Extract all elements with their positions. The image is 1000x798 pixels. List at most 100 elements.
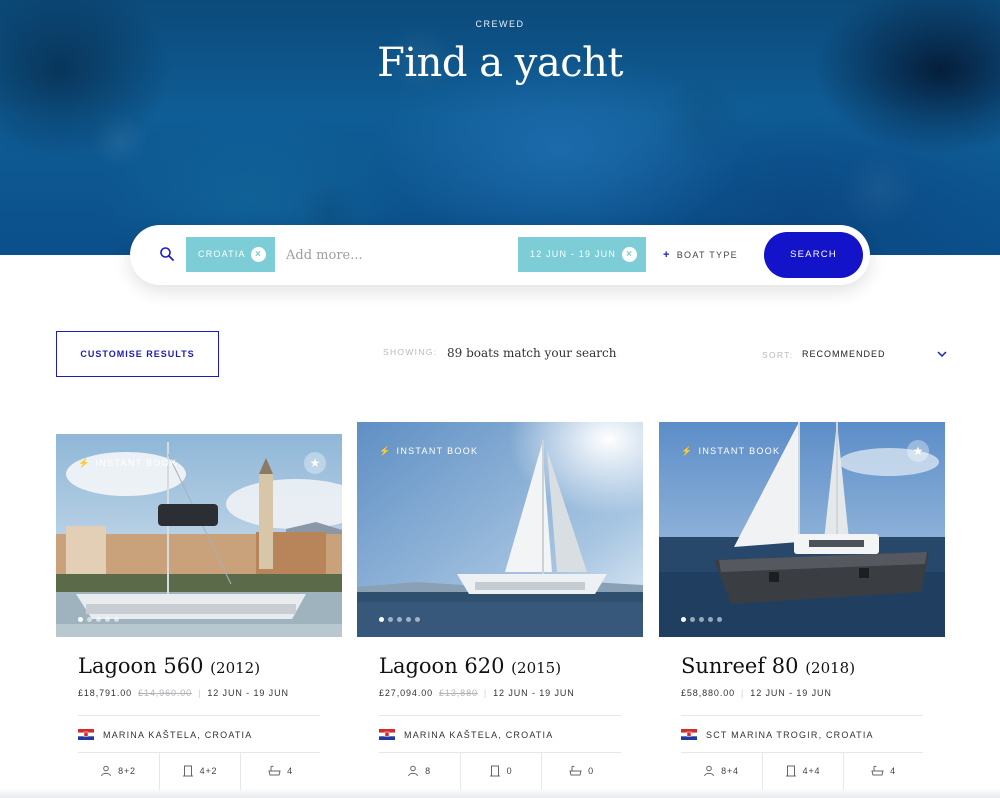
divider bbox=[379, 715, 621, 716]
price: £58,880.00 bbox=[681, 688, 736, 698]
bathtub-icon bbox=[569, 765, 582, 776]
boat-name[interactable]: Lagoon 560 (2012) bbox=[78, 654, 260, 678]
original-price: £14,960.00 bbox=[138, 688, 193, 698]
boat-year: (2018) bbox=[805, 659, 856, 677]
instant-book-badge: ⚡ INSTANT BOOK bbox=[379, 446, 479, 456]
remove-chip-icon[interactable]: × bbox=[622, 247, 637, 262]
door-icon bbox=[785, 765, 796, 777]
spec-cabins: 4+2 bbox=[159, 752, 239, 790]
spec-guests: 8+2 bbox=[78, 752, 158, 790]
carousel-dot[interactable] bbox=[105, 617, 110, 622]
boat-year: (2015) bbox=[511, 659, 562, 677]
price: £27,094.00 bbox=[379, 688, 434, 698]
page-title: Find a yacht bbox=[377, 40, 623, 86]
boat-specs: 8+2 4+2 4 bbox=[78, 752, 320, 790]
spec-bathrooms: 4 bbox=[843, 752, 923, 790]
boat-photo[interactable]: ⚡ INSTANT BOOK ★ bbox=[659, 422, 945, 637]
location: MARINA KAŠTELA, CROATIA bbox=[379, 729, 553, 740]
sort-dropdown[interactable]: RECOMMENDED bbox=[802, 349, 886, 359]
boat-year: (2012) bbox=[210, 659, 261, 677]
spec-cabins: 4+4 bbox=[762, 752, 842, 790]
carousel-dot[interactable] bbox=[379, 617, 384, 622]
star-icon[interactable]: ★ bbox=[304, 452, 326, 474]
carousel-dot[interactable] bbox=[717, 617, 722, 622]
boat-photo[interactable]: ⚡ INSTANT BOOK bbox=[357, 422, 643, 637]
hero-banner: CREWED Find a yacht bbox=[0, 0, 1000, 255]
price-row: £27,094.00 £13,880 | 12 JUN - 19 JUN bbox=[379, 688, 575, 698]
search-icon[interactable] bbox=[159, 246, 175, 262]
separator: | bbox=[198, 688, 202, 698]
carousel-dot[interactable] bbox=[96, 617, 101, 622]
carousel-dot[interactable] bbox=[87, 617, 92, 622]
boat-card[interactable]: ⚡ INSTANT BOOK ★ Sunreef 80 (2018) £58,88… bbox=[659, 422, 945, 798]
separator: | bbox=[741, 688, 745, 698]
carousel-dot[interactable] bbox=[388, 617, 393, 622]
carousel-dot[interactable] bbox=[690, 617, 695, 622]
boat-photo[interactable]: ⚡ INSTANT BOOK ★ bbox=[56, 434, 342, 637]
bolt-icon: ⚡ bbox=[78, 458, 91, 468]
dates: 12 JUN - 19 JUN bbox=[207, 688, 289, 698]
carousel-dots[interactable] bbox=[78, 609, 123, 622]
remove-chip-icon[interactable]: × bbox=[251, 247, 266, 262]
boat-card[interactable]: ⚡ INSTANT BOOK ★ Lagoon 560 (2012) £18,79… bbox=[56, 422, 342, 798]
star-icon[interactable]: ★ bbox=[907, 440, 929, 462]
carousel-dot[interactable] bbox=[397, 617, 402, 622]
carousel-dot[interactable] bbox=[406, 617, 411, 622]
croatia-flag-icon bbox=[379, 729, 395, 740]
instant-book-badge: ⚡ INSTANT BOOK bbox=[78, 458, 178, 468]
chip-label: 12 JUN - 19 JUN bbox=[530, 249, 617, 259]
showing-label: SHOWING: bbox=[383, 347, 438, 357]
croatia-flag-icon bbox=[681, 729, 697, 740]
spec-bathrooms: 4 bbox=[240, 752, 320, 790]
price-row: £58,880.00 | 12 JUN - 19 JUN bbox=[681, 688, 832, 698]
carousel-dots[interactable] bbox=[379, 609, 424, 622]
door-icon bbox=[489, 765, 500, 777]
carousel-dots[interactable] bbox=[681, 609, 726, 622]
dates: 12 JUN - 19 JUN bbox=[750, 688, 832, 698]
filter-chip-country[interactable]: CROATIA × bbox=[186, 237, 275, 272]
carousel-dot[interactable] bbox=[708, 617, 713, 622]
bathtub-icon bbox=[268, 765, 281, 776]
person-icon bbox=[408, 765, 419, 777]
boat-name[interactable]: Lagoon 620 (2015) bbox=[379, 654, 561, 678]
boat-specs: 8 0 0 bbox=[379, 752, 621, 790]
spec-bathrooms: 0 bbox=[541, 752, 621, 790]
person-icon bbox=[704, 765, 715, 777]
sort-label: SORT: bbox=[762, 350, 794, 360]
dates: 12 JUN - 19 JUN bbox=[493, 688, 575, 698]
spec-cabins: 0 bbox=[460, 752, 540, 790]
carousel-dot[interactable] bbox=[699, 617, 704, 622]
price: £18,791.00 bbox=[78, 688, 133, 698]
spec-guests: 8+4 bbox=[681, 752, 761, 790]
carousel-dot[interactable] bbox=[415, 617, 420, 622]
instant-book-badge: ⚡ INSTANT BOOK bbox=[681, 446, 781, 456]
search-button[interactable]: SEARCH bbox=[764, 232, 863, 278]
person-icon bbox=[101, 765, 112, 777]
divider bbox=[78, 715, 320, 716]
boat-type-filter[interactable]: + BOAT TYPE bbox=[663, 249, 738, 261]
carousel-dot[interactable] bbox=[681, 617, 686, 622]
separator: | bbox=[483, 688, 488, 698]
boat-type-label: BOAT TYPE bbox=[676, 250, 738, 260]
carousel-dot[interactable] bbox=[78, 617, 83, 622]
boat-card[interactable]: ⚡ INSTANT BOOK Lagoon 620 (2015) £27,094.… bbox=[357, 422, 643, 798]
customise-results-button[interactable]: CUSTOMISE RESULTS bbox=[56, 331, 219, 377]
search-input[interactable] bbox=[286, 246, 486, 264]
search-bar: CROATIA × 12 JUN - 19 JUN × + BOAT TYPE S… bbox=[130, 225, 870, 285]
filter-chip-dates[interactable]: 12 JUN - 19 JUN × bbox=[518, 237, 646, 272]
ocean-texture bbox=[0, 0, 1000, 255]
bolt-icon: ⚡ bbox=[681, 446, 694, 456]
carousel-dot[interactable] bbox=[114, 617, 119, 622]
price-row: £18,791.00 £14,960.00 | 12 JUN - 19 JUN bbox=[78, 688, 289, 698]
brand-label: CREWED bbox=[475, 19, 525, 29]
location: MARINA KAŠTELA, CROATIA bbox=[78, 729, 252, 740]
divider bbox=[681, 715, 923, 716]
chevron-down-icon[interactable] bbox=[936, 349, 948, 359]
boat-name[interactable]: Sunreef 80 (2018) bbox=[681, 654, 855, 678]
location: SCT MARINA TROGIR, CROATIA bbox=[681, 729, 874, 740]
boat-specs: 8+4 4+4 4 bbox=[681, 752, 923, 790]
bathtub-icon bbox=[871, 765, 884, 776]
chip-label: CROATIA bbox=[198, 249, 246, 259]
original-price: £13,880 bbox=[439, 688, 478, 698]
plus-icon: + bbox=[663, 249, 671, 261]
